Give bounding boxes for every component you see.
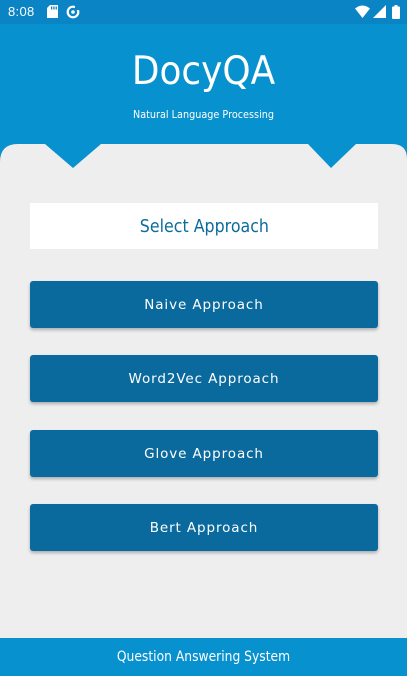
battery-icon (392, 5, 400, 19)
data-saver-icon (66, 5, 80, 19)
signal-icon (373, 5, 386, 18)
select-approach-box: Select Approach (30, 203, 378, 249)
status-time: 8:08 (8, 4, 35, 19)
sd-card-icon (47, 5, 58, 18)
status-bar: 8:08 (0, 0, 407, 24)
glove-approach-button[interactable]: Glove Approach (30, 430, 378, 477)
footer-label: Question Answering System (116, 649, 291, 665)
word2vec-approach-button[interactable]: Word2Vec Approach (30, 355, 378, 402)
content-panel-shape (0, 144, 407, 180)
wifi-icon (355, 5, 370, 18)
app-title: DocyQA (131, 49, 276, 94)
select-approach-label: Select Approach (139, 215, 269, 237)
app-footer: Question Answering System (0, 638, 407, 676)
bert-approach-button[interactable]: Bert Approach (30, 504, 378, 551)
naive-approach-button[interactable]: Naive Approach (30, 281, 378, 328)
app-subtitle: Natural Language Processing (132, 109, 275, 121)
